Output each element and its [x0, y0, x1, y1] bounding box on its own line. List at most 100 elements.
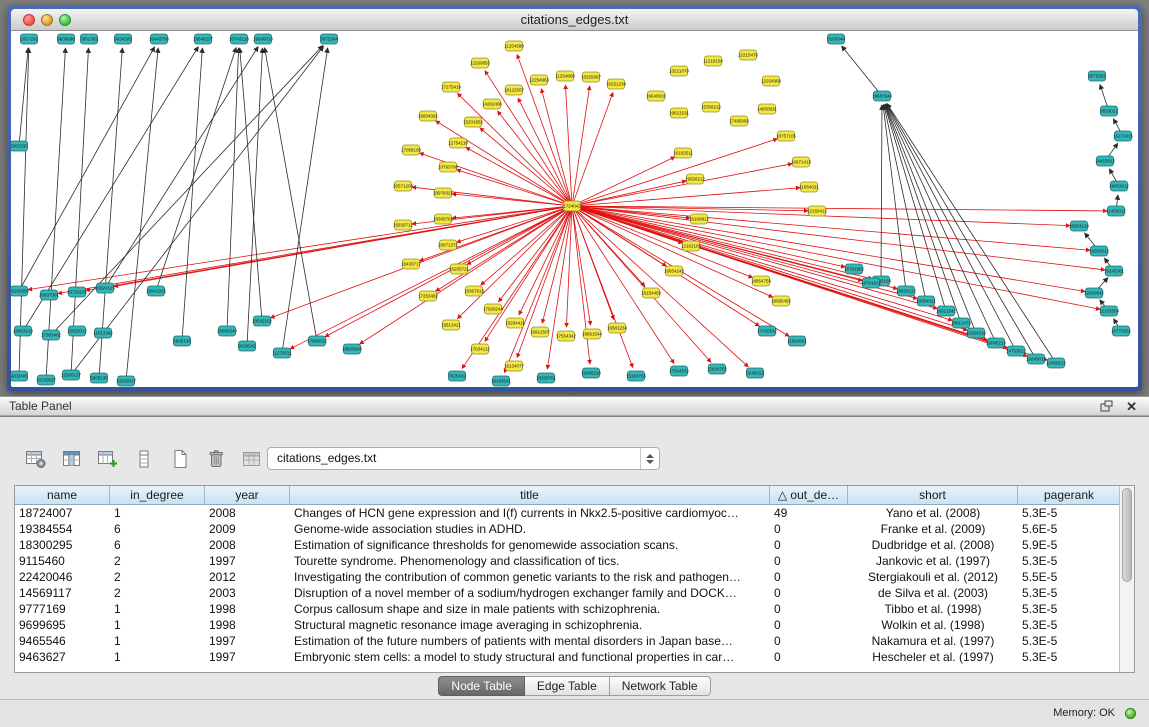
delete-table-button[interactable] — [203, 447, 229, 471]
network-node[interactable]: 16581234 — [607, 323, 628, 333]
cell-name[interactable]: 18300295 — [15, 537, 110, 553]
network-node[interactable]: 18367913 — [464, 286, 485, 296]
table-row[interactable]: 1830029562008Estimation of significance … — [15, 537, 1134, 553]
network-node[interactable]: 14850831 — [757, 104, 778, 114]
cell-short[interactable]: Stergiakouli et al. (2012) — [848, 569, 1018, 585]
network-node[interactable]: 11219104 — [703, 56, 723, 66]
cell-title[interactable]: Corpus callosum shape and size in male p… — [290, 601, 770, 617]
cell-year[interactable]: 1998 — [205, 617, 290, 633]
network-view-window[interactable]: citations_edges.txt 17240421625123416325… — [7, 5, 1142, 391]
network-node[interactable]: 12254963 — [529, 75, 550, 85]
network-node[interactable]: 12505137 — [61, 370, 82, 380]
float-panel-icon[interactable] — [1100, 400, 1113, 413]
network-node[interactable]: 10542102 — [252, 316, 273, 326]
network-node[interactable]: 10853210 — [13, 326, 34, 336]
cell-name[interactable]: 9465546 — [15, 633, 110, 649]
cell-title[interactable]: Disruption of a novel member of a sodium… — [290, 585, 770, 601]
network-node[interactable]: 11453012 — [1106, 206, 1126, 216]
column-header-short[interactable]: short — [848, 486, 1018, 505]
network-node[interactable]: 10254210 — [966, 328, 987, 338]
tab-edge-table[interactable]: Edge Table — [525, 676, 610, 696]
network-node[interactable]: 10245301 — [1104, 266, 1125, 276]
network-node[interactable]: 16772052 — [1111, 326, 1132, 336]
network-node[interactable]: 16604091 — [418, 111, 439, 121]
table-row[interactable]: 946362711997Embryonic stem cells: a mode… — [15, 649, 1134, 665]
cell-short[interactable]: Franke et al. (2009) — [848, 521, 1018, 537]
cell-short[interactable]: Tibbo et al. (1998) — [848, 601, 1018, 617]
network-node[interactable]: 26200650 — [11, 286, 30, 296]
network-node[interactable]: 16640910 — [646, 91, 667, 101]
close-panel-icon[interactable]: ✕ — [1126, 397, 1137, 416]
network-node[interactable]: 16205721 — [449, 264, 470, 274]
table-row[interactable]: 911546021997Tourette syndrome. Phenomeno… — [15, 553, 1134, 569]
cell-out_de[interactable]: 0 — [770, 649, 848, 665]
network-node[interactable]: 11254580 — [504, 41, 524, 51]
network-node[interactable]: 1724042 — [563, 201, 581, 211]
cell-title[interactable]: Changes of HCN gene expression and I(f) … — [290, 505, 770, 521]
table-row[interactable]: 1938455462009Genome-wide association stu… — [15, 521, 1134, 537]
cell-title[interactable]: Genome-wide association studies in ADHD. — [290, 521, 770, 537]
table-row[interactable]: 946554611997Estimation of the future num… — [15, 633, 1134, 649]
cell-name[interactable]: 9115460 — [15, 553, 110, 569]
network-node[interactable]: 13221070 — [669, 66, 690, 76]
network-node[interactable]: 17253482 — [418, 291, 439, 301]
network-node[interactable]: 2051530 — [11, 141, 28, 151]
network-node[interactable]: 10793798 — [438, 162, 459, 172]
cell-name[interactable]: 9777169 — [15, 601, 110, 617]
network-node[interactable]: 18095492 — [771, 296, 792, 306]
cell-in_degree[interactable]: 2 — [110, 585, 205, 601]
network-node[interactable]: 16791902 — [844, 264, 865, 274]
cell-year[interactable]: 1997 — [205, 553, 290, 569]
cell-short[interactable]: Dudbridge et al. (2008) — [848, 537, 1018, 553]
network-node[interactable]: 8183044 — [827, 34, 845, 44]
network-node[interactable]: 10443708 — [149, 34, 170, 44]
network-node[interactable]: 12553012 — [67, 326, 88, 336]
network-node[interactable]: 16971413 — [791, 157, 812, 167]
cell-out_de[interactable]: 0 — [770, 585, 848, 601]
cell-in_degree[interactable]: 1 — [110, 505, 205, 521]
network-table-selector[interactable]: citations_edges.txt — [267, 447, 660, 470]
network-node[interactable]: 14202406 — [482, 99, 503, 109]
cell-year[interactable]: 2008 — [205, 505, 290, 521]
network-node[interactable]: 19513421 — [441, 320, 462, 330]
network-node[interactable]: 18430717 — [401, 259, 422, 269]
cell-year[interactable]: 2012 — [205, 569, 290, 585]
network-node[interactable]: 18154459 — [641, 288, 662, 298]
cell-short[interactable]: Hescheler et al. (1997) — [848, 649, 1018, 665]
create-table-button[interactable] — [167, 447, 193, 471]
network-node[interactable]: 1657202 — [20, 34, 38, 44]
table-row[interactable]: 977716911998Corpus callosum shape and si… — [15, 601, 1134, 617]
cell-title[interactable]: Investigating the contribution of common… — [290, 569, 770, 585]
table-row[interactable]: 2242004622012Investigating the contribut… — [15, 569, 1134, 585]
cell-name[interactable]: 9463627 — [15, 649, 110, 665]
network-node[interactable]: 14753012 — [1006, 346, 1027, 356]
table-row[interactable]: 1872400712008Changes of HCN gene express… — [15, 505, 1134, 521]
network-node[interactable]: 19613231 — [669, 108, 690, 118]
cell-in_degree[interactable]: 6 — [110, 537, 205, 553]
cell-year[interactable]: 1997 — [205, 649, 290, 665]
network-node[interactable]: 20071372 — [438, 240, 459, 250]
network-node[interactable]: 19861544 — [582, 329, 603, 339]
network-node[interactable]: 9634505 — [114, 34, 132, 44]
network-node[interactable]: 18930122 — [896, 286, 917, 296]
vertical-scrollbar[interactable] — [1119, 486, 1134, 672]
network-node[interactable]: 9030542 — [238, 341, 256, 351]
network-node[interactable]: 15201852 — [463, 117, 484, 127]
network-node[interactable]: 15204411 — [505, 318, 525, 328]
network-node[interactable]: 10130537 — [36, 375, 57, 385]
network-node[interactable]: 9202405 — [11, 371, 28, 381]
network-node[interactable]: 7901302 — [80, 34, 98, 44]
cell-in_degree[interactable]: 2 — [110, 553, 205, 569]
network-node[interactable]: 16160812 — [689, 214, 710, 224]
cell-out_de[interactable]: 0 — [770, 569, 848, 585]
network-node[interactable]: 15953124 — [1069, 221, 1090, 231]
network-node[interactable]: 15358212 — [701, 102, 722, 112]
network-node[interactable]: 18646237 — [193, 34, 214, 44]
cell-short[interactable]: Jankovic et al. (1997) — [848, 553, 1018, 569]
network-node[interactable]: 17058108 — [401, 145, 422, 155]
window-titlebar[interactable]: citations_edges.txt — [11, 9, 1138, 31]
network-node[interactable]: 17634112 — [470, 344, 490, 354]
cell-short[interactable]: Yano et al. (2008) — [848, 505, 1018, 521]
cell-in_degree[interactable]: 1 — [110, 649, 205, 665]
cell-pagerank[interactable]: 5.3E-5 — [1018, 649, 1121, 665]
